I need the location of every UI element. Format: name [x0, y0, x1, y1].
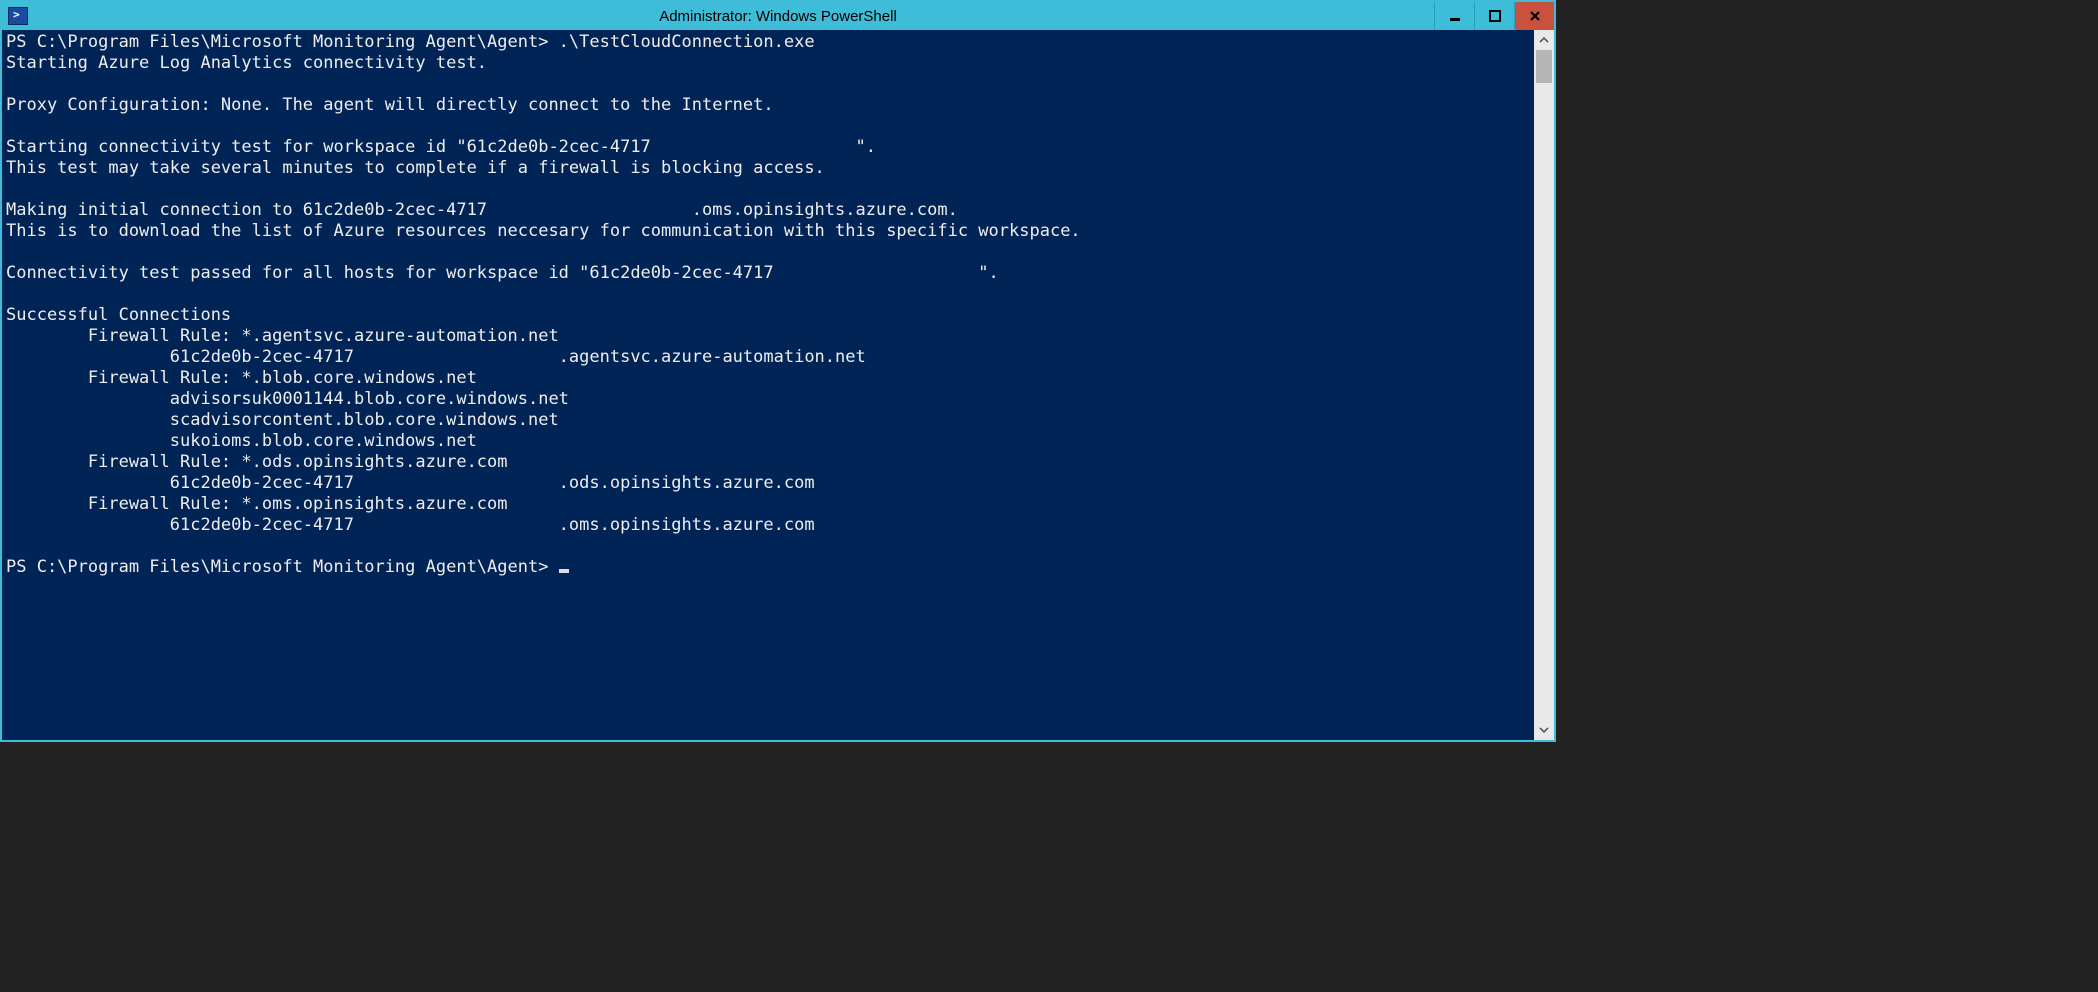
- terminal-line: 61c2de0b-2cec-4717 .agentsvc.azure-autom…: [6, 347, 866, 367]
- terminal-line: Starting connectivity test for workspace…: [6, 137, 876, 157]
- powershell-icon: [8, 7, 28, 25]
- terminal-line: Firewall Rule: *.oms.opinsights.azure.co…: [6, 494, 508, 514]
- chevron-up-icon: [1539, 35, 1549, 45]
- terminal-cursor: [559, 569, 569, 573]
- powershell-window: Administrator: Windows PowerShell PS C:\…: [0, 0, 1556, 742]
- terminal-line: 61c2de0b-2cec-4717 .ods.opinsights.azure…: [6, 473, 815, 493]
- terminal-output[interactable]: PS C:\Program Files\Microsoft Monitoring…: [2, 30, 1534, 740]
- scroll-thumb[interactable]: [1536, 50, 1552, 83]
- chevron-down-icon: [1539, 725, 1549, 735]
- terminal-line: This is to download the list of Azure re…: [6, 221, 1081, 241]
- terminal-line: Proxy Configuration: None. The agent wil…: [6, 95, 774, 115]
- terminal-line: Successful Connections: [6, 305, 231, 325]
- window-controls: [1434, 2, 1554, 30]
- vertical-scrollbar[interactable]: [1534, 30, 1554, 740]
- terminal-line: Making initial connection to 61c2de0b-2c…: [6, 200, 958, 220]
- minimize-button[interactable]: [1434, 2, 1474, 30]
- maximize-icon: [1488, 9, 1502, 23]
- terminal-line: Starting Azure Log Analytics connectivit…: [6, 53, 487, 73]
- terminal-line: Firewall Rule: *.agentsvc.azure-automati…: [6, 326, 559, 346]
- terminal-line: sukoioms.blob.core.windows.net: [6, 431, 477, 451]
- terminal-prompt: PS C:\Program Files\Microsoft Monitoring…: [6, 557, 559, 577]
- terminal-line: advisorsuk0001144.blob.core.windows.net: [6, 389, 569, 409]
- terminal-line: scadvisorcontent.blob.core.windows.net: [6, 410, 559, 430]
- maximize-button[interactable]: [1474, 2, 1514, 30]
- client-area: PS C:\Program Files\Microsoft Monitoring…: [2, 30, 1554, 740]
- window-title: Administrator: Windows PowerShell: [2, 8, 1554, 25]
- scroll-up-button[interactable]: [1534, 30, 1554, 50]
- terminal-line: Firewall Rule: *.blob.core.windows.net: [6, 368, 477, 388]
- terminal-line: 61c2de0b-2cec-4717 .oms.opinsights.azure…: [6, 515, 815, 535]
- scroll-track[interactable]: [1534, 50, 1554, 720]
- close-button[interactable]: [1514, 2, 1554, 30]
- title-bar[interactable]: Administrator: Windows PowerShell: [2, 2, 1554, 30]
- terminal-line: PS C:\Program Files\Microsoft Monitoring…: [6, 32, 815, 52]
- terminal-line: This test may take several minutes to co…: [6, 158, 825, 178]
- minimize-icon: [1448, 9, 1462, 23]
- close-icon: [1528, 9, 1542, 23]
- terminal-line: Connectivity test passed for all hosts f…: [6, 263, 999, 283]
- scroll-down-button[interactable]: [1534, 720, 1554, 740]
- terminal-line: Firewall Rule: *.ods.opinsights.azure.co…: [6, 452, 508, 472]
